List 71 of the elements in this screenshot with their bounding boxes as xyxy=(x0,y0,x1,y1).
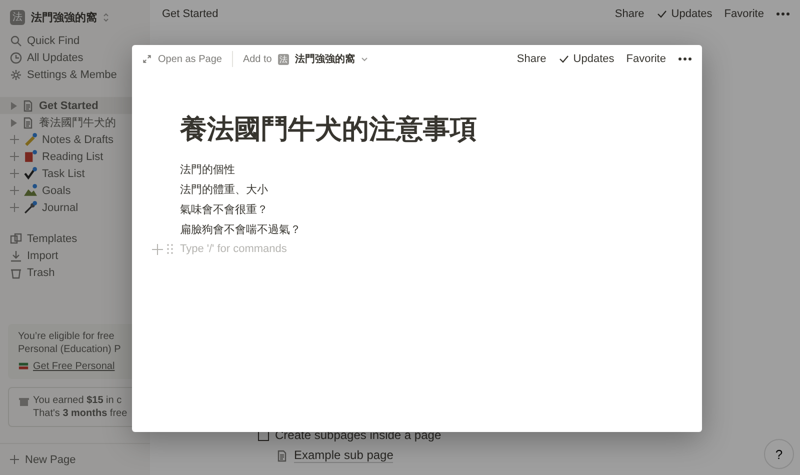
sidebar-page[interactable]: Reading List xyxy=(0,148,150,165)
breadcrumb[interactable]: Get Started xyxy=(162,8,603,20)
books-icon xyxy=(18,361,29,372)
nav-item[interactable]: Settings & Membe xyxy=(27,68,117,80)
checkmark-icon xyxy=(24,167,37,180)
pen-icon xyxy=(24,133,37,146)
clock-icon xyxy=(10,52,22,64)
updates-button[interactable]: Updates xyxy=(558,53,614,65)
microphone-icon xyxy=(24,201,37,214)
workspace-icon: 法 xyxy=(278,54,289,64)
trash-icon xyxy=(10,266,22,278)
chevron-icon[interactable] xyxy=(103,12,109,22)
download-icon xyxy=(10,250,22,262)
text-line: 氣味會不會很重？ xyxy=(180,202,269,218)
promo-text: Personal (Education) P xyxy=(18,344,122,355)
nav-item[interactable]: Templates xyxy=(27,232,78,244)
page-icon xyxy=(22,100,34,112)
text-line: 法門的個性 xyxy=(180,162,236,178)
nav-item[interactable]: Trash xyxy=(27,266,55,278)
sidebar-page[interactable]: 養法國鬥牛犬的 xyxy=(0,114,150,131)
plus-icon[interactable] xyxy=(10,135,19,144)
text-line: 法門的體重、大小 xyxy=(180,182,269,198)
more-icon[interactable] xyxy=(678,57,692,61)
plus-icon[interactable] xyxy=(10,152,19,161)
expand-arrow-icon[interactable] xyxy=(10,118,17,126)
expand-arrow-icon[interactable] xyxy=(10,102,17,110)
drag-handle-icon[interactable] xyxy=(167,244,173,254)
updates-button[interactable]: Updates xyxy=(656,8,712,20)
new-page-button[interactable]: New Page xyxy=(0,443,150,475)
credit-text: You earned $15 in c xyxy=(33,395,122,406)
plus-icon xyxy=(10,455,19,464)
sidebar-page[interactable]: Journal xyxy=(0,199,150,216)
page-title: 養法國鬥牛犬的注意事項 xyxy=(180,113,478,146)
promo-link[interactable]: Get Free Personal xyxy=(33,361,115,372)
mountain-icon xyxy=(24,184,37,197)
add-to-label: Add to xyxy=(242,54,272,64)
subpage-link[interactable]: Example sub page xyxy=(294,448,394,463)
more-icon[interactable] xyxy=(776,12,790,16)
check-icon xyxy=(558,53,570,65)
toolbar-button[interactable]: Share xyxy=(516,53,546,65)
expand-icon xyxy=(142,54,152,64)
sidebar-page[interactable]: Notes & Drafts xyxy=(0,131,150,148)
plus-icon[interactable] xyxy=(10,169,19,178)
credit-text: That's 3 months free xyxy=(33,408,128,419)
nav-item[interactable]: Import xyxy=(27,250,58,262)
workspace-name[interactable]: 法門強強的窩 xyxy=(31,10,97,24)
nav-item[interactable]: Quick Find xyxy=(27,34,80,46)
promo-text: You’re eligible for free xyxy=(18,331,116,342)
toolbar-button[interactable]: Favorite xyxy=(724,8,764,20)
gift-icon xyxy=(19,396,29,406)
text-line: 扁臉狗會不會喘不過氣？ xyxy=(180,222,302,238)
nav-item[interactable]: All Updates xyxy=(27,52,84,64)
search-icon xyxy=(10,34,22,46)
templates-icon xyxy=(10,232,22,244)
page-icon xyxy=(22,116,34,128)
workspace-select[interactable]: 法門強強的窩 xyxy=(294,52,355,66)
check-icon xyxy=(656,8,668,20)
book-icon xyxy=(24,150,37,163)
settings-icon xyxy=(10,68,22,80)
sidebar-page[interactable]: Task List xyxy=(0,165,150,182)
toolbar-button[interactable]: Share xyxy=(614,8,644,20)
plus-icon[interactable] xyxy=(10,203,19,212)
sidebar-page[interactable]: Goals xyxy=(0,182,150,199)
help-button[interactable]: ? xyxy=(764,439,794,469)
open-as-page-button[interactable]: Open as Page xyxy=(158,54,222,64)
plus-icon[interactable] xyxy=(10,186,19,195)
page-icon xyxy=(276,450,288,462)
chevron-down-icon[interactable] xyxy=(360,56,368,62)
workspace-icon: 法 xyxy=(10,10,25,24)
toolbar-button[interactable]: Favorite xyxy=(626,53,666,65)
plus-icon[interactable] xyxy=(152,244,163,254)
